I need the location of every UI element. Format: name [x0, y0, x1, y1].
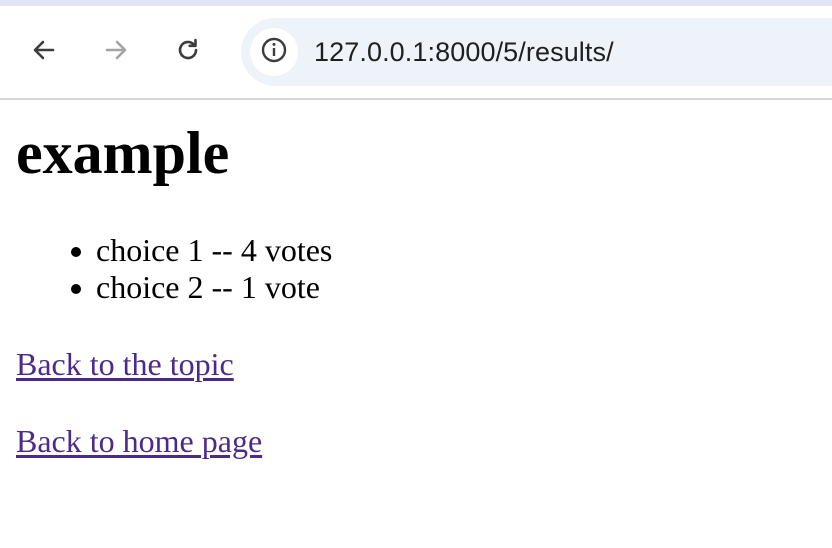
arrow-right-icon: [103, 37, 129, 63]
url-text[interactable]: 127.0.0.1:8000/5/results/: [314, 37, 614, 68]
reload-button[interactable]: [168, 30, 208, 70]
forward-button[interactable]: [96, 30, 136, 70]
bullet-icon: [71, 247, 81, 257]
info-circle-icon: [260, 36, 288, 69]
results-list: choice 1 -- 4 votes choice 2 -- 1 vote: [16, 232, 332, 306]
list-item: choice 1 -- 4 votes: [71, 232, 333, 269]
back-to-home-link[interactable]: Back to home page: [16, 423, 262, 460]
back-button[interactable]: [24, 30, 64, 70]
result-text: choice 1 -- 4 votes: [96, 232, 333, 268]
bullet-icon: [71, 284, 81, 294]
page-title: example: [16, 120, 230, 186]
result-text: choice 2 -- 1 vote: [96, 269, 320, 305]
back-to-topic-link[interactable]: Back to the topic: [16, 346, 234, 383]
arrow-left-icon: [31, 37, 57, 63]
list-item: choice 2 -- 1 vote: [71, 269, 332, 306]
browser-toolbar: 127.0.0.1:8000/5/results/: [0, 6, 832, 100]
site-info-button[interactable]: [250, 28, 298, 76]
address-bar[interactable]: 127.0.0.1:8000/5/results/: [241, 18, 832, 86]
reload-icon: [175, 37, 201, 63]
